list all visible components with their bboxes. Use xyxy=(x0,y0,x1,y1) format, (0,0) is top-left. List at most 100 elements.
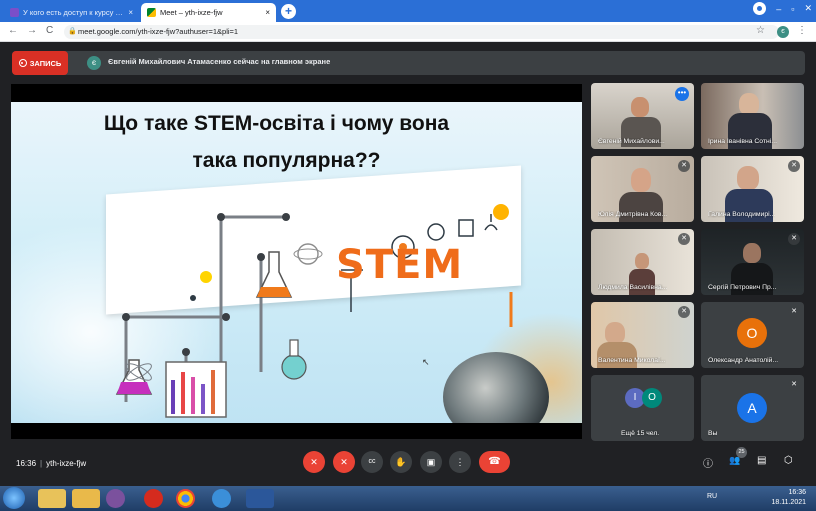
mic-off-icon: ✕ xyxy=(788,233,800,245)
present-button[interactable]: ▣ xyxy=(420,451,442,473)
tab-title: У кого есть доступ к курсу "Ма xyxy=(23,8,125,17)
participant-name: Олександр Анатолій... xyxy=(708,357,779,364)
participant-avatar: О xyxy=(642,388,662,408)
participant-tile[interactable]: ✕ Галина Володимирі... xyxy=(701,156,804,222)
participant-tile[interactable]: ••• Євгеній Михайлови... xyxy=(591,83,694,149)
browser-menu-icon[interactable]: ⋮ xyxy=(797,25,807,36)
address-bar: ← → C 🔒 meet.google.com/yth-ixze-fjw?aut… xyxy=(0,22,816,42)
activities-icon[interactable]: ⬡ xyxy=(784,455,793,466)
word-taskbar-icon[interactable] xyxy=(246,489,274,508)
participant-name: Людмила Василівна... xyxy=(598,284,668,291)
presenting-message: Євгеній Михайлович Атамасенко сейчас на … xyxy=(108,57,331,66)
chrome-taskbar-icon[interactable] xyxy=(176,489,195,508)
participant-tile[interactable]: ✕ Валентина Миколаї... xyxy=(591,302,694,368)
participant-video xyxy=(737,166,759,190)
participant-name: Юлія Дмитрівна Ков... xyxy=(598,211,668,218)
hang-up-button[interactable]: ☎ xyxy=(479,451,510,473)
self-tile[interactable]: А ✕ Вы xyxy=(701,375,804,441)
more-options-icon[interactable]: ••• xyxy=(675,87,689,101)
profile-record-icon[interactable] xyxy=(753,2,767,15)
participant-video xyxy=(631,97,649,117)
meeting-time-code: 16:36 | yth-ixze-fjw xyxy=(16,459,87,468)
url-text: meet.google.com/yth-ixze-fjw?authuser=1&… xyxy=(78,27,239,36)
clock-time: 16:36 xyxy=(788,489,806,496)
language-indicator[interactable]: RU xyxy=(707,493,717,500)
new-tab-button[interactable]: + xyxy=(281,4,296,19)
lock-icon: 🔒 xyxy=(68,28,77,35)
profile-avatar[interactable]: є xyxy=(777,26,789,38)
viber-taskbar-icon[interactable] xyxy=(106,489,125,508)
forward-button[interactable]: → xyxy=(27,25,37,36)
participant-avatar: О xyxy=(737,318,767,348)
participant-video xyxy=(605,322,625,344)
presenting-banner: ЗАПИСЬ є Євгеній Михайлович Атамасенко с… xyxy=(12,51,805,75)
participant-name: Ірина Іванівна Сотні... xyxy=(708,138,777,145)
meet-icon xyxy=(147,8,156,17)
participant-video xyxy=(743,243,761,263)
participant-name: Валентина Миколаї... xyxy=(598,357,666,364)
participant-name: Вы xyxy=(708,430,718,437)
start-button[interactable] xyxy=(3,487,25,509)
slide: Що таке STEM-освіта і чому вона така поп… xyxy=(11,102,582,423)
participant-video xyxy=(631,168,651,192)
participant-count-badge: 25 xyxy=(736,447,747,458)
meeting-time: 16:36 xyxy=(16,459,37,468)
windows-taskbar: RU 16:36 18.11.2021 xyxy=(0,486,816,511)
presenter-avatar: є xyxy=(87,56,101,70)
tab-title: Meet – yth-ixze-fjw xyxy=(160,8,223,17)
mic-off-button[interactable]: ✕ xyxy=(303,451,325,473)
tab-strip: У кого есть доступ к курсу "Ма × Meet – … xyxy=(0,0,816,22)
opera-taskbar-icon[interactable] xyxy=(144,489,163,508)
participant-tile[interactable]: О ✕ Олександр Анатолій... xyxy=(701,302,804,368)
maximize-button[interactable]: ▫ xyxy=(791,4,794,14)
more-participants-label: Ещё 15 чел. xyxy=(621,430,660,437)
participant-tile[interactable]: Ірина Іванівна Сотні... xyxy=(701,83,804,149)
record-indicator[interactable]: ЗАПИСЬ xyxy=(12,51,68,75)
participant-body xyxy=(629,269,655,295)
participant-body xyxy=(597,342,637,368)
mic-off-icon: ✕ xyxy=(678,160,690,172)
mic-off-icon: ✕ xyxy=(788,160,800,172)
participant-name: Євгеній Михайлови... xyxy=(598,138,665,145)
slide-title-line2: така популярна?? xyxy=(192,149,381,172)
raise-hand-button[interactable]: ✋ xyxy=(390,451,412,473)
url-field[interactable]: 🔒 meet.google.com/yth-ixze-fjw?authuser=… xyxy=(64,25,779,39)
screen: У кого есть доступ к курсу "Ма × Meet – … xyxy=(0,0,816,511)
minimize-button[interactable]: – xyxy=(776,4,781,14)
record-label: ЗАПИСЬ xyxy=(29,58,62,68)
window-controls: – ▫ ✕ xyxy=(753,2,812,15)
mic-off-icon: ✕ xyxy=(678,233,690,245)
reload-button[interactable]: C xyxy=(46,25,53,36)
participant-tile[interactable]: ✕ Юлія Дмитрівна Ков... xyxy=(591,156,694,222)
close-icon[interactable]: × xyxy=(128,8,133,17)
close-window-button[interactable]: ✕ xyxy=(804,3,812,14)
system-clock[interactable]: 16:36 18.11.2021 xyxy=(771,488,806,508)
participant-name: Сергій Петрович Пр... xyxy=(708,284,777,291)
participant-tile[interactable]: ✕ Сергій Петрович Пр... xyxy=(701,229,804,295)
chat-icon[interactable]: ▤ xyxy=(757,455,766,466)
participant-name: Галина Володимирі... xyxy=(708,211,776,218)
participant-video xyxy=(739,93,759,115)
captions-button[interactable]: cc xyxy=(361,451,383,473)
self-avatar: А xyxy=(737,393,767,423)
classroom-icon xyxy=(10,8,19,17)
participant-video xyxy=(635,253,649,269)
participant-tile[interactable]: ✕ Людмила Василівна... xyxy=(591,229,694,295)
close-icon[interactable]: × xyxy=(265,8,270,17)
slide-title-line1: Що таке STEM-освіта і чому вона xyxy=(103,112,450,135)
more-options-button[interactable]: ⋮ xyxy=(449,451,471,473)
bookmark-star-icon[interactable]: ☆ xyxy=(756,25,765,36)
clock-date: 18.11.2021 xyxy=(771,499,806,506)
explorer-taskbar-icon[interactable] xyxy=(38,489,66,508)
ie-taskbar-icon[interactable] xyxy=(212,489,231,508)
more-participants-tile[interactable]: І О Ещё 15 чел. xyxy=(591,375,694,441)
media-taskbar-icon[interactable] xyxy=(72,489,100,508)
meet-area: ЗАПИСЬ є Євгеній Михайлович Атамасенко с… xyxy=(0,43,816,486)
camera-off-button[interactable]: ✕ xyxy=(333,451,355,473)
mouse-cursor-icon: ↖ xyxy=(422,357,430,367)
tab-meet[interactable]: Meet – yth-ixze-fjw × xyxy=(141,3,276,22)
back-button[interactable]: ← xyxy=(8,25,18,36)
tab-course-access[interactable]: У кого есть доступ к курсу "Ма × xyxy=(4,3,139,22)
info-icon[interactable]: ⓘ xyxy=(703,455,713,470)
mic-off-icon: ✕ xyxy=(788,306,800,318)
